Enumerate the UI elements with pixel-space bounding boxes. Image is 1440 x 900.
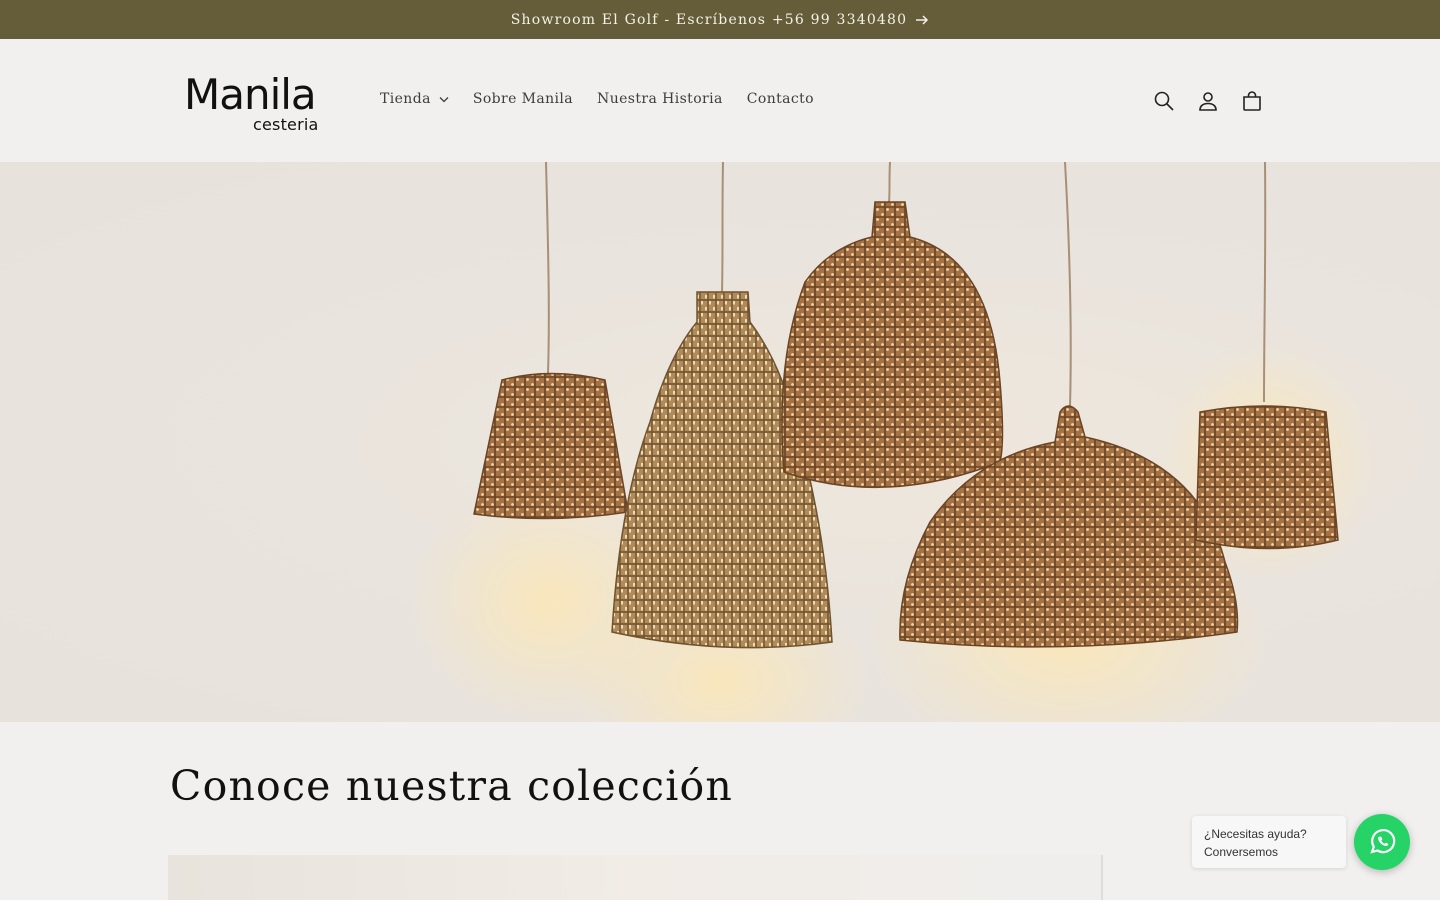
nav-item-contacto[interactable]: Contacto (735, 87, 826, 111)
header-icons (1142, 79, 1274, 123)
account-icon (1199, 92, 1217, 111)
chevron-down-icon (439, 96, 449, 102)
announcement-text: Showroom El Golf - Escríbenos +56 99 334… (510, 11, 908, 28)
cart-icon (1243, 91, 1261, 111)
search-icon (1154, 91, 1174, 111)
logo-main: Manila (184, 70, 317, 119)
nav-item-label: Contacto (746, 91, 814, 107)
collection-title: Conoce nuestra colección (170, 762, 734, 810)
whatsapp-line1: ¿Necesitas ayuda? (1204, 827, 1307, 841)
whatsapp-line2: Conversemos (1204, 845, 1279, 859)
nav-item-label: Sobre Manila (472, 91, 574, 107)
hero-banner (0, 162, 1440, 722)
nav-item-tienda[interactable]: Tienda (368, 87, 461, 111)
nav-item-sobre-manila[interactable]: Sobre Manila (461, 87, 585, 111)
cart-button[interactable] (1230, 79, 1274, 123)
announcement-link[interactable]: Showroom El Golf - Escríbenos +56 99 334… (511, 12, 930, 28)
logo[interactable]: Manila cesteria (184, 73, 328, 135)
nav-item-label: Tienda (380, 91, 431, 107)
logo-sub: cesteria (253, 115, 319, 134)
nav-item-nuestra-historia[interactable]: Nuestra Historia (585, 87, 735, 111)
arrow-right-icon (916, 14, 929, 25)
hero-image (410, 162, 1378, 722)
search-button[interactable] (1142, 79, 1186, 123)
collection-card-preview[interactable] (168, 855, 1103, 900)
nav-item-label: Nuestra Historia (597, 91, 723, 107)
whatsapp-button[interactable] (1354, 814, 1410, 870)
main-nav: Tienda Sobre Manila Nuestra Historia Con… (368, 87, 826, 111)
announcement-bar: Showroom El Golf - Escríbenos +56 99 334… (0, 0, 1440, 39)
whatsapp-icon (1370, 829, 1396, 854)
whatsapp-bubble[interactable]: ¿Necesitas ayuda? Conversemos (1192, 816, 1346, 868)
site-header: Manila cesteria Tienda Sobre Manila Nues… (0, 39, 1440, 162)
account-button[interactable] (1186, 79, 1230, 123)
